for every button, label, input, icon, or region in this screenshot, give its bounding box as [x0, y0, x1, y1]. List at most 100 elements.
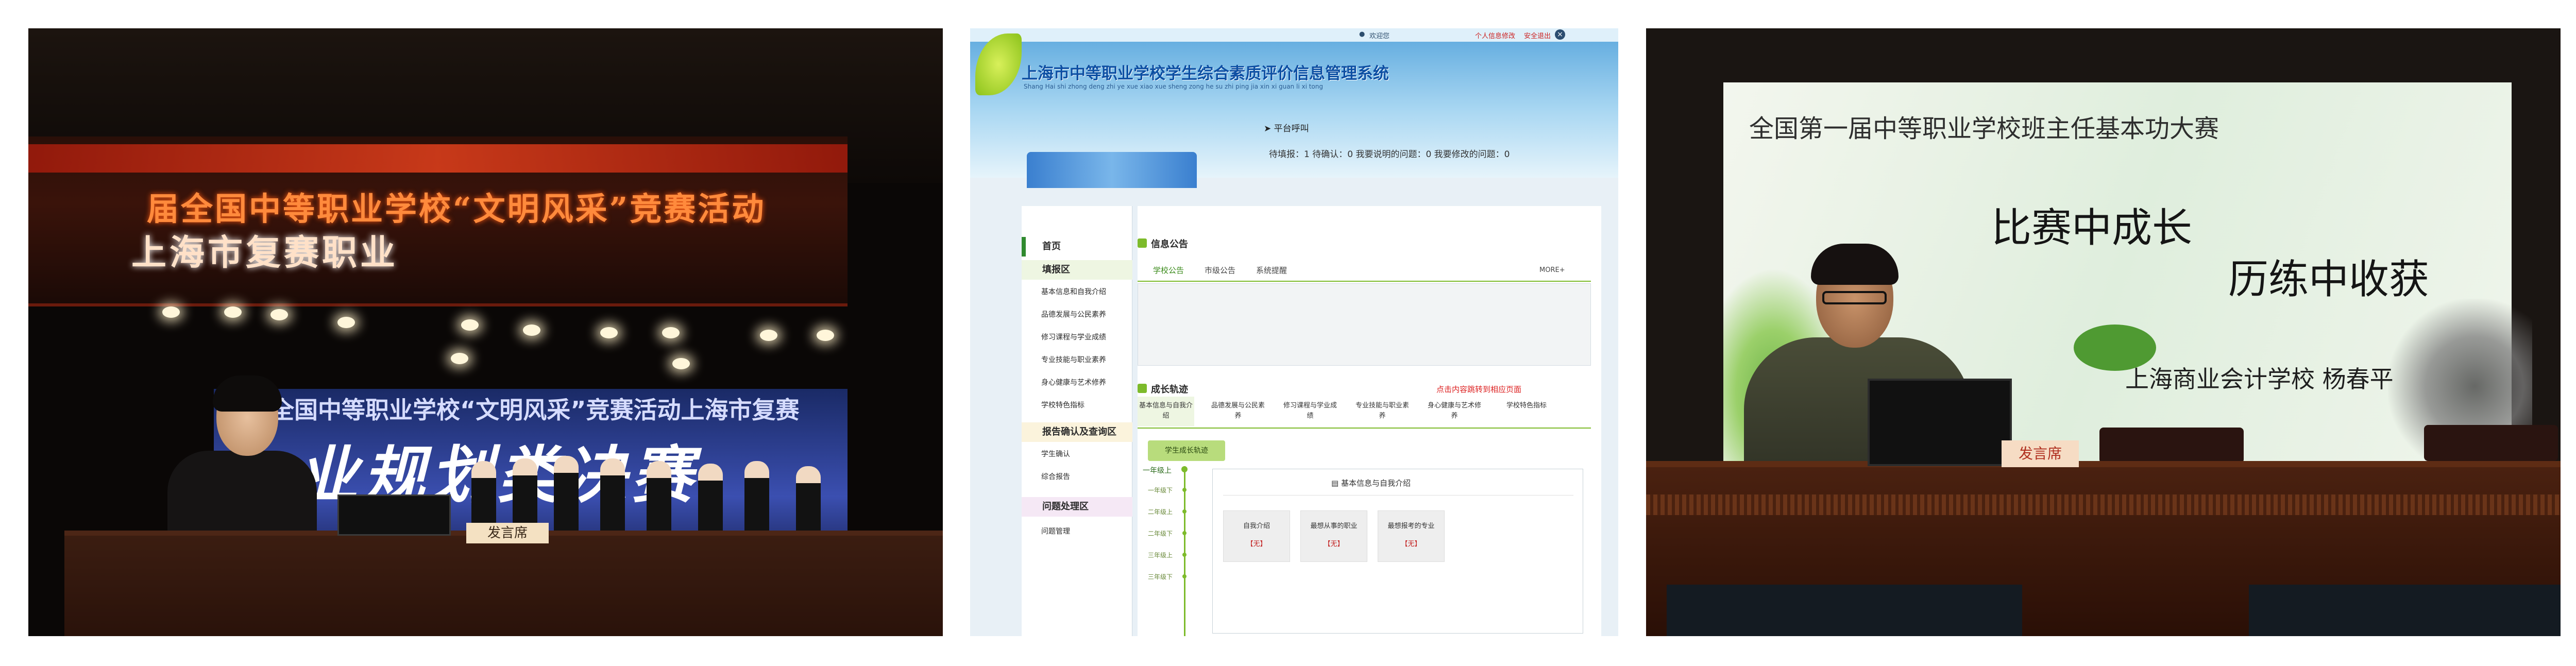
speaker-hair	[213, 375, 282, 412]
growth-badge: 学生成长轨迹	[1148, 440, 1225, 461]
student-figure	[600, 458, 625, 536]
banner-red-strip	[28, 144, 848, 173]
nav-home[interactable]: 首页	[1022, 237, 1132, 257]
timeline-dot	[1181, 466, 1188, 472]
nav-item[interactable]: 学生确认	[1022, 443, 1132, 466]
document-icon: ▤	[1331, 479, 1341, 488]
user-icon: ●	[1359, 30, 1365, 38]
nav-confirm-area[interactable]: 报告确认及查询区	[1022, 422, 1132, 442]
main-content: 信息公告 学校公告 市级公告 系统提醒 MORE+ 成长轨迹 点击内容跳转到相应…	[1138, 206, 1601, 636]
nav-item[interactable]: 基本信息和自我介绍	[1022, 281, 1132, 303]
info-card[interactable]: 最想从事的职业 【无】	[1300, 510, 1367, 562]
stage-light	[817, 330, 834, 341]
growth-panel-title: ▤ 基本信息与自我介绍	[1331, 479, 1411, 488]
system-title: 上海市中等职业学校学生综合素质评价信息管理系统	[1022, 64, 1389, 83]
slide-heading-1: 比赛中成长	[1991, 205, 2193, 251]
nav-item[interactable]: 问题管理	[1022, 520, 1132, 543]
stage-light	[662, 327, 680, 338]
growth-tabbar: 基本信息与自我介绍 品德发展与公民素养 修习课程与学业成绩 专业技能与职业素养 …	[1138, 397, 1591, 429]
timeline-label[interactable]: 三年级上	[1148, 551, 1173, 559]
chair	[2424, 425, 2558, 461]
nav-issue-area[interactable]: 问题处理区	[1022, 497, 1132, 517]
screen-line-1: 全国中等职业学校“文明风采”竞赛活动上海市复赛	[270, 396, 800, 424]
growth-icon	[1138, 384, 1147, 393]
slide-heading-2: 历练中收获	[2228, 257, 2430, 303]
system-pinyin: Shang Hai shi zhong deng zhi ye xue xiao…	[1024, 83, 1323, 90]
top-bar	[970, 28, 1618, 42]
tab-system-reminder[interactable]: 系统提醒	[1256, 260, 1287, 281]
stage-light	[162, 306, 180, 318]
timeline-label[interactable]: 一年级下	[1148, 486, 1173, 494]
stage-light	[224, 306, 242, 318]
nav-item[interactable]: 专业技能与职业素养	[1022, 349, 1132, 371]
divider	[1223, 495, 1573, 496]
info-card[interactable]: 最想报考的专业 【无】	[1378, 510, 1445, 562]
timeline: 一年级上 一年级下 二年级上 二年级下 三年级上 三年级下	[1138, 466, 1205, 636]
slide-title: 全国第一届中等职业学校班主任基本功大赛	[1749, 114, 2219, 143]
card-label: 自我介绍	[1243, 522, 1270, 530]
stage-light	[760, 330, 777, 341]
nav-fill-area[interactable]: 填报区	[1022, 260, 1132, 280]
timeline-label[interactable]: 一年级上	[1143, 465, 1172, 475]
laptop	[337, 494, 451, 536]
info-content-box	[1138, 283, 1591, 366]
stage-light	[270, 309, 288, 320]
nav-item[interactable]: 身心健康与艺术修养	[1022, 371, 1132, 394]
timeline-label[interactable]: 二年级下	[1148, 529, 1173, 538]
card-label: 最想从事的职业	[1310, 522, 1358, 530]
student-figure	[554, 456, 579, 533]
banner-line-2: 上海市复赛职业	[131, 232, 399, 274]
nav-item[interactable]: 修习课程与学业成绩	[1022, 326, 1132, 349]
logout-link[interactable]: 安全退出	[1524, 30, 1551, 40]
card-value: 【无】	[1401, 540, 1421, 548]
chair	[2099, 428, 2244, 464]
personal-info-link[interactable]: 个人信息修改	[1475, 30, 1515, 40]
city-illustration	[1027, 152, 1197, 188]
tab-school-notice[interactable]: 学校公告	[1153, 260, 1184, 281]
welcome-text: 欢迎您	[1369, 32, 1390, 40]
web-ui-screenshot: ● 欢迎您 个人信息修改 安全退出 × 上海市中等职业学校学生综合素质评价信息管…	[970, 28, 1618, 636]
growth-tab[interactable]: 学校特色指标	[1498, 397, 1555, 426]
growth-tab[interactable]: 专业技能与职业素养	[1354, 397, 1411, 426]
nav-item[interactable]: 品德发展与公民素养	[1022, 303, 1132, 326]
nav-item[interactable]: 学校特色指标	[1022, 394, 1132, 417]
info-tabbar: 学校公告 市级公告 系统提醒 MORE+	[1138, 260, 1591, 282]
student-figure	[744, 461, 769, 538]
photo-stage-right: 全国第一届中等职业学校班主任基本功大赛 比赛中成长 历练中收获 上海商业会计学校…	[1646, 28, 2561, 636]
close-icon[interactable]: ×	[1555, 29, 1565, 40]
more-link[interactable]: MORE+	[1539, 260, 1565, 281]
timeline-dot	[1182, 574, 1187, 578]
growth-tab[interactable]: 身心健康与艺术修养	[1426, 397, 1483, 426]
desk-panel	[1667, 585, 2022, 636]
stage-light	[523, 325, 540, 336]
speaker-hair	[1811, 244, 1899, 285]
growth-tab[interactable]: 修习课程与学业成绩	[1282, 397, 1338, 426]
nav-item[interactable]: 综合报告	[1022, 466, 1132, 488]
timeline-label[interactable]: 三年级下	[1148, 572, 1173, 581]
nameplate: 发言席	[466, 523, 549, 543]
stage-light	[461, 319, 479, 331]
growth-panel: ▤ 基本信息与自我介绍 自我介绍 【无】 最想从事的职业 【无】 最想报考的专业 【无…	[1212, 469, 1583, 634]
speaker-glasses	[1822, 291, 1887, 304]
stage-light	[337, 317, 355, 328]
timeline-label[interactable]: 二年级上	[1148, 507, 1173, 516]
arrow-icon: ➤	[1264, 124, 1274, 134]
growth-hint: 点击内容跳转到相应页面	[1436, 385, 1522, 394]
sidebar: 首页 填报区 基本信息和自我介绍 品德发展与公民素养 修习课程与学业成绩 专业技…	[1022, 206, 1132, 636]
growth-tab[interactable]: 基本信息与自我介绍	[1138, 397, 1194, 426]
timeline-dot	[1182, 531, 1187, 535]
slide-presenter: 上海商业会计学校 杨春平	[2125, 365, 2394, 393]
timeline-dot	[1182, 553, 1187, 557]
info-icon	[1138, 238, 1147, 248]
card-value: 【无】	[1324, 540, 1344, 548]
tab-city-notice[interactable]: 市级公告	[1205, 260, 1235, 281]
timeline-dot	[1182, 488, 1187, 492]
growth-heading: 成长轨迹	[1151, 384, 1188, 395]
notice-label: ➤ 平台呼叫	[1264, 124, 1309, 134]
student-figure	[698, 464, 723, 541]
growth-tab[interactable]: 品德发展与公民素养	[1210, 397, 1266, 426]
info-card[interactable]: 自我介绍 【无】	[1223, 510, 1290, 562]
laptop	[1868, 379, 2012, 466]
stage-light	[451, 353, 468, 364]
stage-light	[672, 358, 690, 369]
